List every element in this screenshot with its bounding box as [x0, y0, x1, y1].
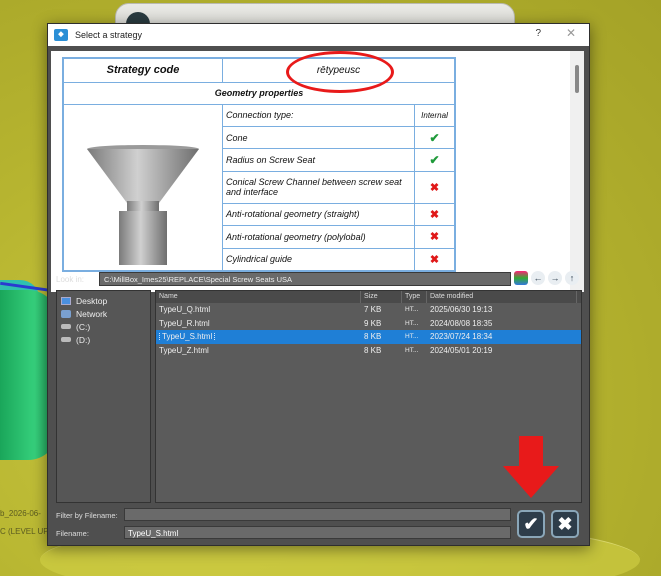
- file-size: 9 KB: [364, 318, 382, 328]
- file-row[interactable]: TypeU_Z.html 8 KB HT... 2024/05/01 20:19: [156, 344, 581, 358]
- filename-input[interactable]: TypeU_S.html: [124, 526, 511, 539]
- strategy-code-label: Strategy code: [62, 57, 223, 83]
- file-date: 2023/07/24 18:34: [430, 332, 493, 342]
- column-header-type[interactable]: Type: [402, 291, 427, 303]
- annotation-arrow-icon: [503, 436, 559, 498]
- filename-label: Filename:: [56, 529, 89, 538]
- back-arrow-icon[interactable]: ←: [531, 271, 545, 285]
- property-label: Anti-rotational geometry (straight): [222, 202, 415, 227]
- look-in-path-field[interactable]: C:\MillBox_Imes25\REPLACE\Special Screw …: [99, 272, 511, 286]
- view-mode-icon[interactable]: .: [514, 271, 528, 285]
- place-desktop[interactable]: Desktop: [57, 294, 150, 307]
- file-name: TypeU_Q.html: [159, 305, 211, 315]
- property-label: Cone: [222, 125, 415, 150]
- file-date: 2024/05/01 20:19: [430, 345, 493, 355]
- file-date: 2025/06/30 19:13: [430, 305, 493, 315]
- background-text: b_2026-06-: [0, 509, 41, 518]
- filter-input[interactable]: [124, 508, 511, 521]
- dialog-titlebar[interactable]: ◆ Select a strategy ? ✕: [48, 24, 589, 46]
- file-list-header: Name Size Type Date modified: [156, 291, 581, 303]
- check-icon: ✔: [429, 153, 440, 168]
- screw-seat-3d-icon: [87, 144, 199, 271]
- file-type: HT...: [405, 333, 419, 341]
- network-icon: [61, 309, 71, 318]
- property-label: Conical Screw Channel between screw seat…: [222, 170, 415, 204]
- filter-label: Filter by Filename:: [56, 511, 118, 520]
- column-header-size[interactable]: Size: [361, 291, 402, 303]
- dialog-title: Select a strategy: [75, 30, 143, 40]
- file-type: HT...: [405, 319, 419, 327]
- place-drive-c[interactable]: (C:): [57, 320, 150, 333]
- strategy-preview-pane[interactable]: Strategy code rētypeusc Geometry propert…: [51, 51, 584, 292]
- annotation-ellipse: [286, 51, 394, 93]
- drive-icon: [61, 324, 71, 329]
- ok-button[interactable]: ✔: [517, 510, 545, 538]
- file-row[interactable]: TypeU_R.html 9 KB HT... 2024/08/08 18:35: [156, 317, 581, 331]
- file-type: HT...: [405, 346, 419, 354]
- property-value: Internal: [414, 103, 456, 127]
- place-label: (C:): [76, 321, 91, 332]
- geometry-properties-header: Geometry properties: [62, 81, 456, 105]
- cross-icon: ✖: [429, 181, 440, 194]
- property-label: Connection type:: [222, 103, 415, 127]
- file-name: TypeU_Z.html: [159, 345, 209, 355]
- look-in-label: Look in:: [56, 275, 85, 284]
- up-arrow-icon[interactable]: ↑: [565, 271, 579, 285]
- property-label: Anti-rotational geometry (polylobal): [222, 225, 415, 249]
- app-icon: ◆: [54, 29, 68, 41]
- property-label: Radius on Screw Seat: [222, 148, 415, 172]
- strategy-table: Strategy code rētypeusc Geometry propert…: [62, 57, 456, 272]
- close-button[interactable]: ✕: [566, 26, 576, 40]
- places-panel: Desktop Network (C:) (D:): [56, 290, 151, 503]
- desktop-icon: [61, 296, 71, 305]
- file-type: HT...: [405, 306, 419, 314]
- place-drive-d[interactable]: (D:): [57, 333, 150, 346]
- file-name: TypeU_R.html: [159, 318, 210, 328]
- place-label: (D:): [76, 334, 91, 345]
- file-name: TypeU_S.html: [159, 332, 216, 342]
- file-size: 7 KB: [364, 305, 382, 315]
- drive-icon: [61, 337, 71, 342]
- check-icon: ✔: [429, 130, 440, 145]
- cross-icon: ✖: [429, 253, 440, 266]
- preview-scrollbar[interactable]: [570, 51, 584, 292]
- file-size: 8 KB: [364, 345, 382, 355]
- property-label: Cylindrical guide: [222, 247, 415, 271]
- cross-icon: ✖: [429, 208, 440, 221]
- file-size: 8 KB: [364, 332, 382, 342]
- place-network[interactable]: Network: [57, 307, 150, 320]
- cancel-button[interactable]: ✖: [551, 510, 579, 538]
- place-label: Desktop: [76, 295, 108, 306]
- file-row[interactable]: TypeU_Q.html 7 KB HT... 2025/06/30 19:13: [156, 303, 581, 317]
- forward-arrow-icon[interactable]: →: [548, 271, 562, 285]
- background-text: C (LEVEL UP: [0, 527, 49, 536]
- column-header-date[interactable]: Date modified: [427, 291, 577, 303]
- place-label: Network: [76, 308, 108, 319]
- cross-icon: ✖: [429, 231, 440, 244]
- help-button[interactable]: ?: [535, 28, 541, 39]
- file-row-selected[interactable]: TypeU_S.html 8 KB HT... 2023/07/24 18:34: [156, 330, 581, 344]
- screw-seat-image: [62, 103, 223, 271]
- scrollbar-thumb[interactable]: [575, 65, 579, 93]
- navigation-buttons: . ← → ↑: [514, 271, 579, 285]
- column-header-name[interactable]: Name: [156, 291, 361, 303]
- file-date: 2024/08/08 18:35: [430, 318, 493, 328]
